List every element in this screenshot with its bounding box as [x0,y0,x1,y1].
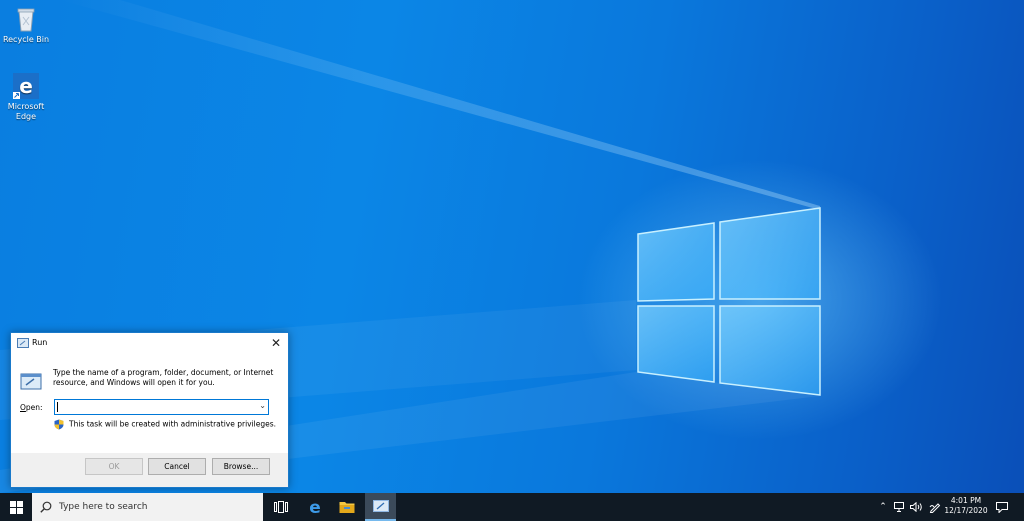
taskbar-file-explorer-button[interactable] [332,493,362,521]
pen-workspace-button[interactable] [928,493,942,521]
windows-logo-wallpaper [637,207,821,396]
desktop-icon-label: Microsoft Edge [7,102,45,121]
taskbar-run-button[interactable] [365,493,396,521]
dialog-titlebar[interactable]: Run ✕ [11,333,288,353]
task-view-button[interactable] [266,493,296,521]
desktop-icon-label: Recycle Bin [2,35,50,44]
search-icon [40,501,52,513]
volume-button[interactable] [909,493,923,521]
open-label-text: pen: [25,403,43,412]
uac-shield-icon [54,419,64,430]
text-cursor [57,402,58,412]
close-icon: ✕ [270,336,282,350]
show-hidden-icons-button[interactable]: ⌃ [876,493,890,521]
pen-icon [929,503,941,513]
search-placeholder: Type here to search [59,502,148,512]
admin-note-text: This task will be created with administr… [69,419,277,429]
cancel-button[interactable]: Cancel [148,458,206,475]
dialog-description: Type the name of a program, folder, docu… [53,368,274,387]
clock-time: 4:01 PM [950,496,982,505]
run-dialog: Run ✕ Type the name of a program, folder… [10,332,289,488]
admin-privileges-note: This task will be created with administr… [54,419,276,430]
task-view-icon [274,501,288,513]
dialog-body: Type the name of a program, folder, docu… [11,353,288,453]
taskbar-search-box[interactable]: Type here to search [32,493,263,521]
file-explorer-icon [339,502,355,513]
browse-button[interactable]: Browse... [212,458,270,475]
taskbar-edge-button[interactable]: e [300,493,330,521]
run-icon [372,500,389,512]
open-label: Open: [20,403,43,412]
svg-text:e: e [19,74,33,98]
svg-text:e: e [309,499,321,515]
edge-icon: e [12,72,40,100]
system-clock[interactable]: 4:01 PM 12/17/2020 [944,496,988,516]
clock-date: 12/17/2020 [944,506,988,515]
windows-start-icon [9,500,23,514]
network-icon [894,502,904,512]
dialog-title: Run [32,338,48,347]
dialog-footer: OK Cancel Browse... [11,454,288,487]
run-icon [17,338,29,348]
volume-icon [909,502,922,512]
chevron-down-icon[interactable]: ⌄ [259,401,266,410]
network-button[interactable] [893,493,907,521]
run-program-icon [20,373,42,390]
notifications-icon [996,501,1008,513]
recycle-bin-icon [12,5,40,33]
taskbar: Type here to search e ⌃ 4:01 PM 12/17/20… [0,493,1024,521]
desktop-icon-recycle-bin[interactable]: Recycle Bin [1,5,51,45]
edge-icon: e [309,499,321,515]
open-combobox[interactable]: ⌄ [54,399,269,415]
ok-button[interactable]: OK [85,458,143,475]
desktop-icon-edge[interactable]: e Microsoft Edge [1,72,51,122]
close-button[interactable]: ✕ [268,335,284,351]
action-center-button[interactable] [992,493,1012,521]
start-button[interactable] [0,493,32,521]
chevron-up-icon: ⌃ [879,502,887,512]
